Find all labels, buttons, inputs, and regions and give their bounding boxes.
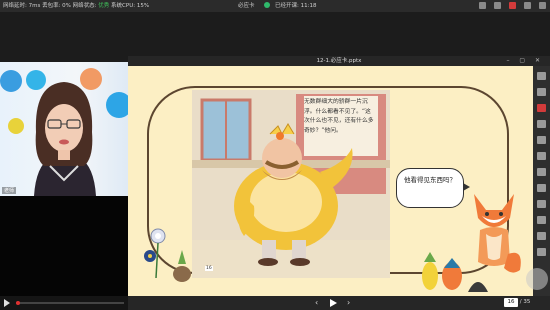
shape-tool-icon[interactable]	[537, 120, 546, 128]
window-icons	[479, 2, 546, 9]
color-tool-icon[interactable]	[537, 104, 546, 112]
slide-navigation: ‹ › 16 / 35	[128, 296, 550, 310]
king-illustration: 无数群细大的骄群一片沉浮。什么都看不见了。“这次什么也不见，还有什么多奇妙？”他…	[192, 90, 390, 278]
record-icon[interactable]	[509, 2, 516, 9]
story-text: 无数群细大的骄群一片沉浮。什么都看不见了。“这次什么也不见，还有什么多奇妙？”他…	[304, 99, 374, 134]
speech-bubble: 他看得见东西吗？	[396, 168, 470, 208]
screen: 网络延时: 7ms 丢包率: 0% 网络状态: 优秀 系统CPU: 15% 必应…	[0, 0, 550, 310]
cloud-tool-icon[interactable]	[537, 216, 546, 224]
cpu-usage: 系统CPU: 15%	[111, 3, 150, 9]
seek-bar[interactable]	[16, 301, 124, 305]
app-name: 必应卡	[238, 3, 255, 9]
flowers-decoration-icon	[144, 228, 191, 282]
pen-tool-icon[interactable]	[537, 88, 546, 96]
eraser-tool-icon[interactable]	[537, 152, 546, 160]
save-tool-icon[interactable]	[537, 232, 546, 240]
play-icon[interactable]	[4, 299, 10, 307]
illustration-page-num: 16	[205, 266, 213, 271]
net-quality: 优秀	[98, 3, 110, 9]
next-slide-button[interactable]: ›	[347, 297, 350, 309]
settings-icon[interactable]	[494, 2, 501, 9]
teacher-name-label: 老师	[2, 187, 17, 194]
floating-action-button[interactable]	[526, 268, 548, 290]
ppt-file-title: 12-1.必应卡.pptx	[316, 58, 362, 64]
ppt-window: 12-1.必应卡.pptx – ▢ ✕ 无数群细大的骄群一片沉浮。什么都看不见了…	[128, 56, 550, 310]
text-tool-icon[interactable]	[537, 136, 546, 144]
speech-text: 他看得见东西吗？	[404, 176, 456, 184]
delete-tool-icon[interactable]	[537, 200, 546, 208]
total-pages: / 35	[519, 299, 531, 305]
secondary-video	[0, 196, 128, 296]
undo-tool-icon[interactable]	[537, 168, 546, 176]
status-bar: 网络延时: 7ms 丢包率: 0% 网络状态: 优秀 系统CPU: 15% 必应…	[0, 0, 550, 12]
pointer-tool-icon[interactable]	[537, 72, 546, 80]
current-page-input[interactable]: 16	[504, 298, 518, 307]
close-icon[interactable]	[539, 2, 546, 9]
slide-canvas: 无数群细大的骄群一片沉浮。什么都看不见了。“这次什么也不见，还有什么多奇妙？”他…	[128, 66, 533, 296]
stats-prefix: 网络延时: 7ms 丢包率: 0% 网络状态:	[3, 3, 97, 9]
teacher-figure	[34, 82, 96, 196]
redo-tool-icon[interactable]	[537, 184, 546, 192]
layout-icon[interactable]	[479, 2, 486, 9]
live-dot-icon	[264, 2, 271, 8]
seek-handle[interactable]	[16, 301, 20, 305]
pineapple-decoration-icon	[422, 252, 488, 292]
more-tool-icon[interactable]	[537, 248, 546, 256]
page-indicator: 16 / 35	[504, 298, 530, 307]
class-elapsed: 已经开课: 11:18	[275, 3, 317, 9]
network-stats: 网络延时: 7ms 丢包率: 0% 网络状态: 优秀 系统CPU: 15%	[3, 0, 149, 12]
video-controls	[0, 296, 128, 310]
session-info: 必应卡 已经开课: 11:18	[238, 0, 316, 12]
ppt-window-controls[interactable]: – ▢ ✕	[506, 57, 544, 65]
teacher-video: 老师	[0, 62, 128, 196]
prev-slide-button[interactable]: ‹	[315, 297, 318, 309]
minimize-icon[interactable]	[524, 2, 531, 9]
play-slideshow-icon[interactable]	[330, 299, 337, 307]
